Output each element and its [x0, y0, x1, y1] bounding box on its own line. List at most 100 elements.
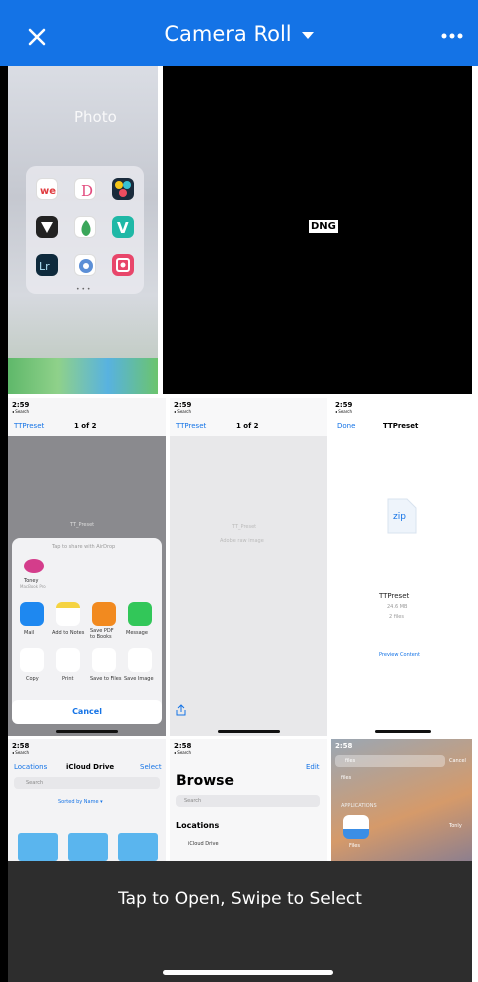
- search-field: files: [335, 755, 445, 767]
- thumbnail-raw-preview[interactable]: 2:59 ◂ Search TTPreset 1 of 2 TT_Preset A…: [170, 398, 327, 736]
- print-icon: [56, 648, 80, 672]
- archive-name: TTPreset: [379, 592, 410, 600]
- search-field: Search: [176, 795, 320, 807]
- more-icon[interactable]: [440, 26, 464, 46]
- folder-icon: [18, 833, 58, 861]
- file-name: TT_Preset: [70, 522, 95, 528]
- preview-content-link: Preview Content: [379, 652, 420, 658]
- svg-text:Lr: Lr: [39, 260, 50, 273]
- app-icon: [112, 254, 134, 276]
- section-title: Locations: [176, 821, 220, 830]
- app-icon: V: [112, 216, 134, 238]
- status-time: 2:59 ◂ Search: [174, 401, 192, 414]
- app-folder: we D V Lr • • •: [26, 166, 144, 294]
- action-label: Save to Files: [90, 676, 122, 682]
- app-icon: [74, 254, 96, 276]
- folder-icon: [92, 648, 116, 672]
- svg-text:we: we: [40, 186, 56, 197]
- thumbnail-zip-preview[interactable]: 2:59 ◂ Search Done TTPreset zip TTPreset …: [331, 398, 472, 736]
- mail-icon: [20, 602, 44, 626]
- page-count: 1 of 2: [74, 422, 97, 430]
- action-label: Copy: [26, 676, 39, 682]
- svg-text:V: V: [117, 219, 129, 237]
- hint-text: Tap to Open, Swipe to Select: [118, 889, 362, 909]
- thumbnail-spotlight[interactable]: 2:58 files Cancel files APPLICATIONS Fil…: [331, 739, 472, 861]
- app-label: Mail: [24, 630, 35, 636]
- folder-icon: [68, 833, 108, 861]
- select-link: Select: [140, 763, 162, 771]
- device-sub: MacBook Pro: [20, 584, 46, 589]
- thumbnail-home-screen[interactable]: Photo we D V Lr • • •: [8, 66, 158, 394]
- airdrop-contact-icon: [24, 559, 44, 573]
- right-label: Tonly: [449, 823, 462, 829]
- status-time: 2:58 ◂ Search: [174, 742, 192, 755]
- status-time: 2:58 ◂ Search: [12, 742, 30, 755]
- message-icon: [128, 602, 152, 626]
- edit-link: Edit: [306, 763, 320, 771]
- home-indicator: [56, 730, 118, 733]
- share-icon: [176, 704, 186, 716]
- page-count: 1 of 2: [236, 422, 259, 430]
- app-label: Add to Notes: [52, 630, 85, 636]
- folder-icon: [118, 833, 158, 861]
- action-label: Print: [62, 676, 74, 682]
- location-item: iCloud Drive: [188, 841, 219, 847]
- nav-area: [8, 398, 166, 436]
- search-field: Search: [14, 777, 160, 789]
- page-dots: • • •: [76, 286, 91, 293]
- thumbnail-browse[interactable]: 2:58 ◂ Search Edit Browse Search Location…: [170, 739, 327, 861]
- home-indicator: [375, 730, 431, 733]
- album-title: Camera Roll: [164, 22, 292, 46]
- archive-count: 2 files: [389, 614, 404, 620]
- file-name: TT_Preset: [232, 524, 257, 530]
- status-time: 2:59 ◂ Search: [12, 401, 30, 414]
- nav-area: [170, 398, 327, 436]
- top-bar: Camera Roll: [0, 0, 478, 66]
- back-link: TTPreset: [176, 422, 207, 430]
- sort-control: Sorted by Name ▾: [58, 799, 103, 805]
- back-link: TTPreset: [14, 422, 45, 430]
- thumbnail-dng[interactable]: DNG: [163, 66, 472, 394]
- app-icon: [74, 216, 96, 238]
- notes-icon: [56, 602, 80, 626]
- cancel-link: Cancel: [449, 758, 466, 764]
- left-edge: [0, 66, 8, 982]
- app-icon: D: [74, 178, 96, 200]
- app-icon: Lr: [36, 254, 58, 276]
- files-app-icon: [343, 815, 369, 839]
- copy-icon: [20, 648, 44, 672]
- zip-ext: zip: [393, 512, 406, 522]
- thumbnail-share-sheet[interactable]: 2:59 ◂ Search TTPreset 1 of 2 TT_Preset T…: [8, 398, 166, 736]
- dng-badge: DNG: [309, 220, 338, 233]
- chevron-down-icon: [301, 31, 314, 39]
- app-icon: we: [36, 178, 58, 200]
- dock-blur: [8, 358, 158, 394]
- save-image-icon: [128, 648, 152, 672]
- photos-folder-label: Photo: [74, 108, 117, 126]
- books-icon: [92, 602, 116, 626]
- home-indicator: [218, 730, 280, 733]
- app-label: Message: [126, 630, 148, 636]
- status-time: 2:58: [335, 742, 353, 750]
- photo-grid: Photo we D V Lr • • • DNG 2:59 ◂ Search T…: [8, 66, 472, 861]
- app-label: Files: [349, 843, 360, 849]
- preview-title: TTPreset: [383, 422, 419, 430]
- suggestion: files: [341, 775, 352, 781]
- app-icon: [36, 216, 58, 238]
- svg-text:D: D: [81, 182, 93, 200]
- airdrop-hint: Tap to share with AirDrop: [52, 544, 116, 550]
- home-indicator: [163, 970, 333, 975]
- album-selector[interactable]: Camera Roll: [0, 22, 478, 46]
- app-icon: [112, 178, 134, 200]
- back-link: Locations: [14, 763, 48, 771]
- file-type: Adobe raw image: [220, 538, 264, 544]
- browse-title: Browse: [176, 773, 234, 789]
- thumbnail-icloud-drive[interactable]: 2:58 ◂ Search Locations iCloud Drive Sele…: [8, 739, 166, 861]
- drive-title: iCloud Drive: [66, 763, 115, 771]
- archive-size: 24.6 MB: [387, 604, 408, 610]
- hint-bar: Tap to Open, Swipe to Select: [8, 861, 472, 982]
- section-title: APPLICATIONS: [341, 803, 377, 809]
- right-edge: [472, 66, 478, 982]
- cancel-button: Cancel: [12, 700, 162, 724]
- action-label: Save Image: [124, 676, 154, 682]
